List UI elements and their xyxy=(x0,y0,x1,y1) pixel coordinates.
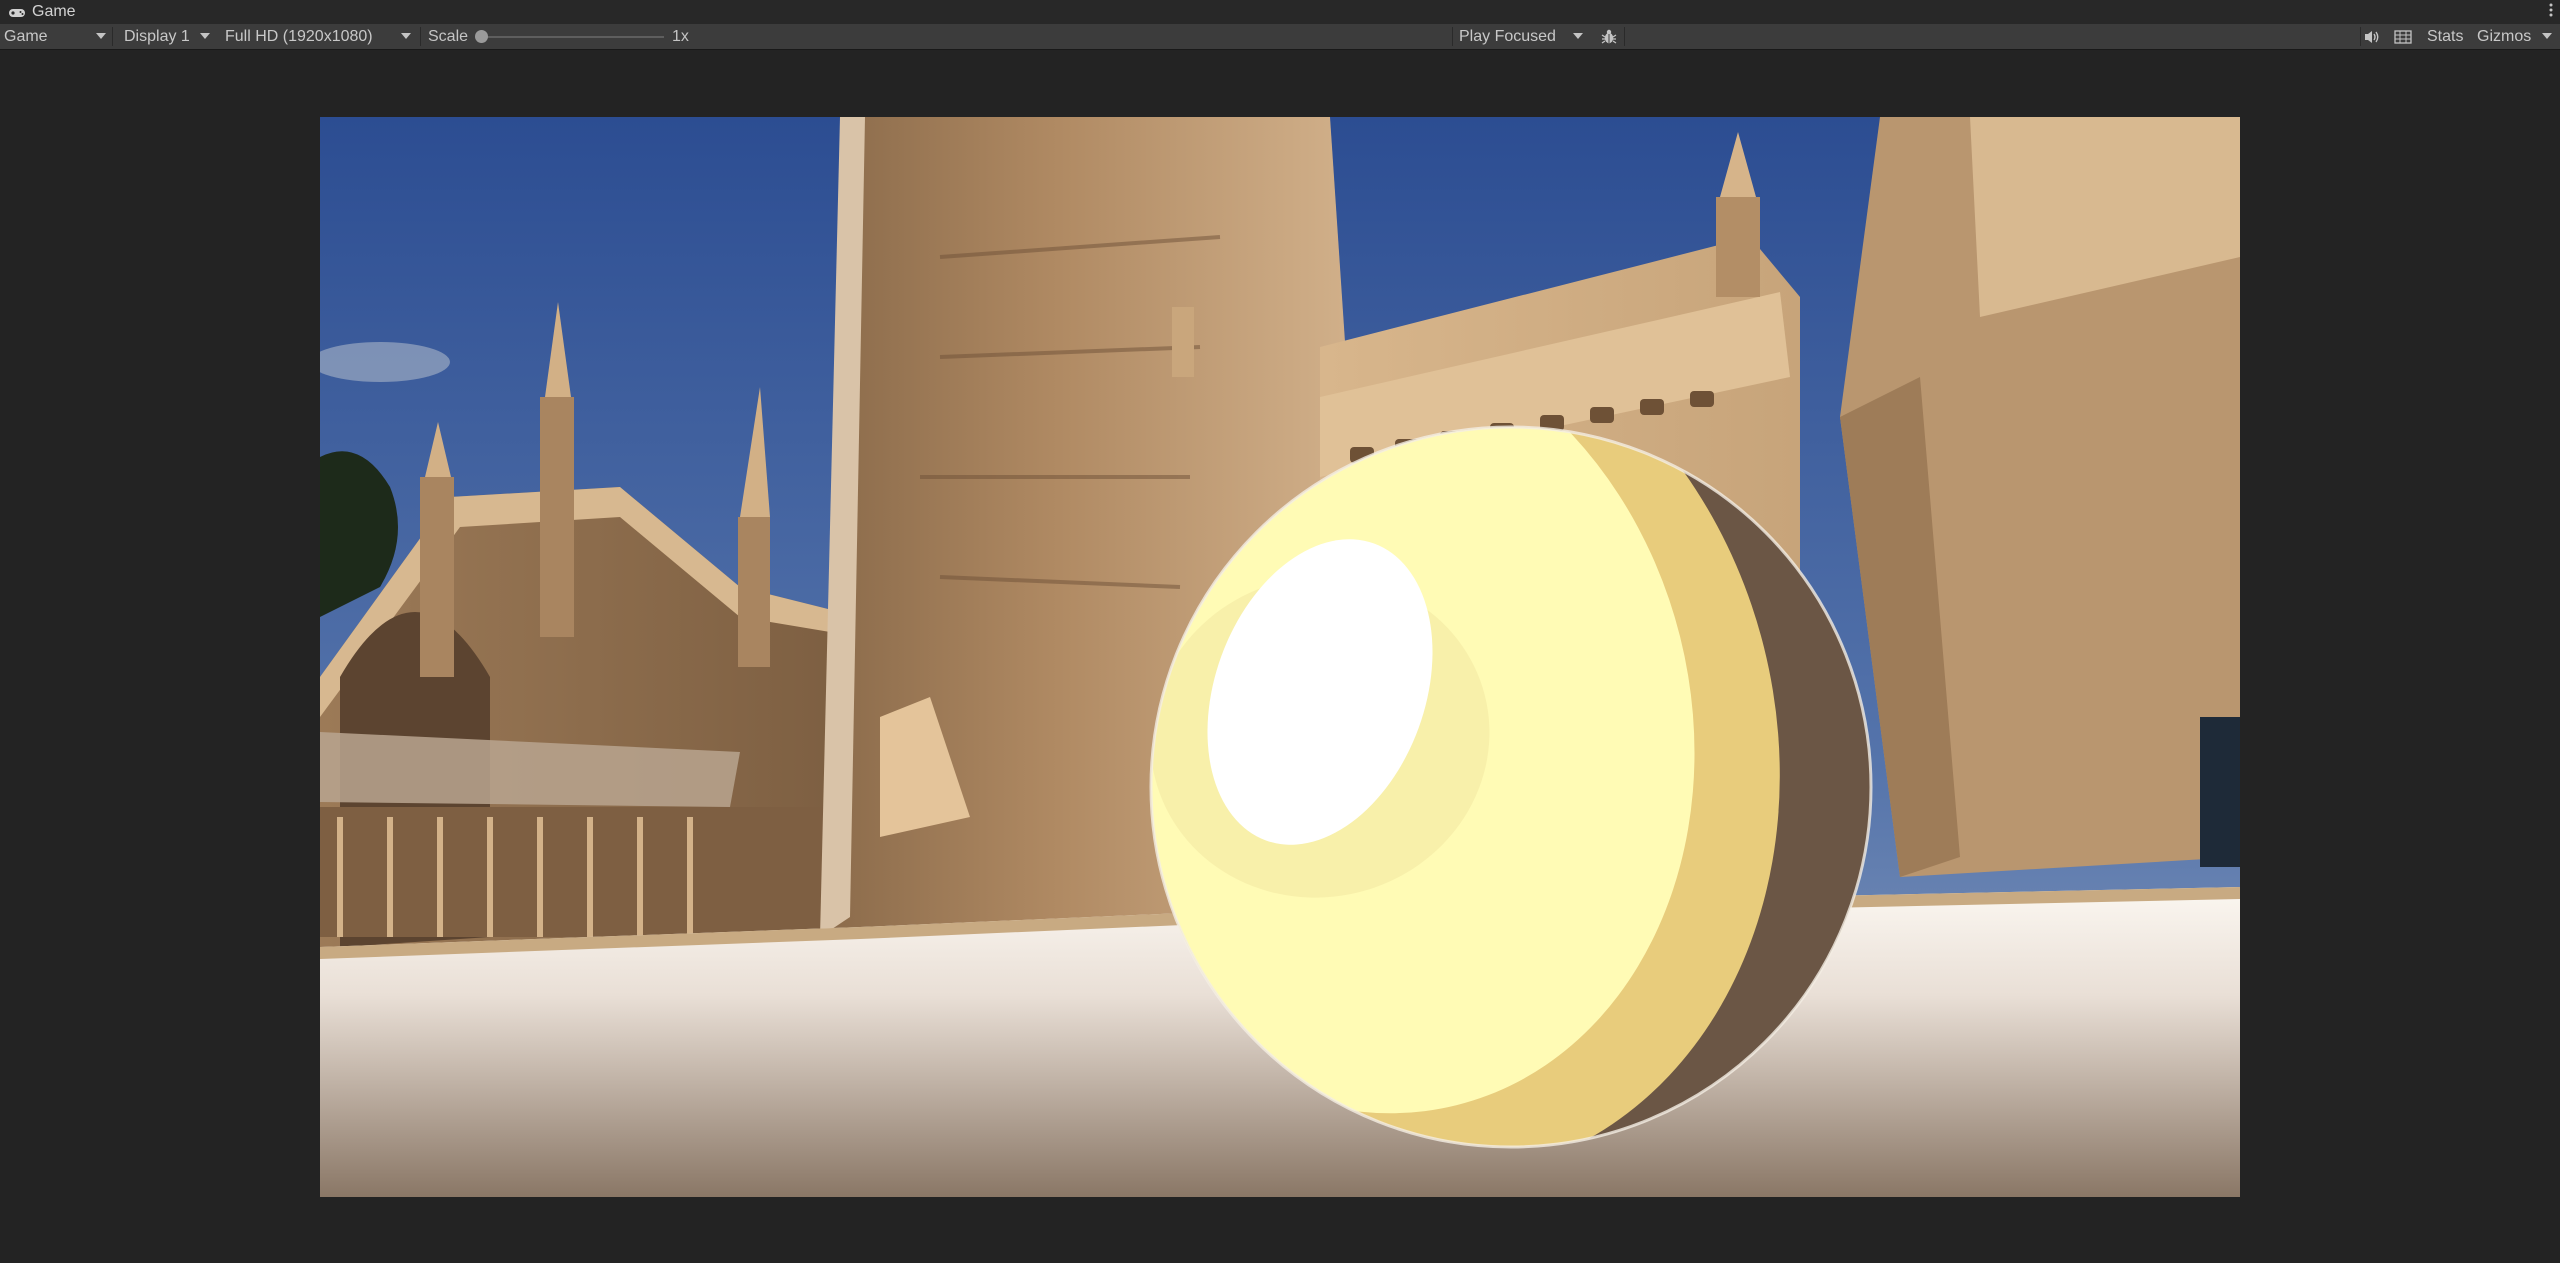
game-toolbar: Game Display 1 Full HD (1920x1080) Scale… xyxy=(0,24,2560,50)
play-mode-label: Play Focused xyxy=(1459,27,1556,45)
chevron-down-icon xyxy=(401,33,411,39)
resolution-dropdown[interactable]: Full HD (1920x1080) xyxy=(221,24,417,49)
gizmos-dropdown[interactable] xyxy=(2536,24,2560,49)
kebab-menu-icon[interactable] xyxy=(2546,2,2556,22)
tab-strip: Game xyxy=(0,0,2560,25)
chevron-down-icon xyxy=(200,33,210,39)
stats-button[interactable]: Stats xyxy=(2427,24,2463,49)
chevron-down-icon xyxy=(96,33,106,39)
resolution-label: Full HD (1920x1080) xyxy=(225,27,373,45)
chevron-down-icon xyxy=(1573,33,1583,39)
divider xyxy=(112,27,113,46)
divider xyxy=(1452,27,1453,46)
bug-icon[interactable] xyxy=(1598,27,1620,46)
view-mode-dropdown[interactable]: Game xyxy=(0,24,112,49)
scale-slider[interactable] xyxy=(480,36,664,38)
tab-game[interactable]: Game xyxy=(0,0,88,24)
keyboard-grid-icon[interactable] xyxy=(2392,27,2414,46)
scale-label: Scale xyxy=(428,27,469,45)
display-label: Display 1 xyxy=(124,27,190,45)
divider xyxy=(420,27,421,46)
game-viewport[interactable] xyxy=(320,117,2240,1197)
chevron-down-icon xyxy=(2542,33,2552,39)
tab-label: Game xyxy=(32,3,76,20)
scale-slider-handle[interactable] xyxy=(475,30,488,43)
game-scene-render xyxy=(320,117,2240,1197)
view-mode-label: Game xyxy=(4,27,48,45)
divider xyxy=(1624,27,1625,46)
display-dropdown[interactable]: Display 1 xyxy=(120,24,216,49)
gizmos-button[interactable]: Gizmos xyxy=(2477,24,2531,49)
gamepad-icon xyxy=(8,6,26,18)
scale-value: 1x xyxy=(672,27,689,45)
play-mode-dropdown[interactable]: Play Focused xyxy=(1455,24,1589,49)
speaker-icon[interactable] xyxy=(2361,27,2383,46)
